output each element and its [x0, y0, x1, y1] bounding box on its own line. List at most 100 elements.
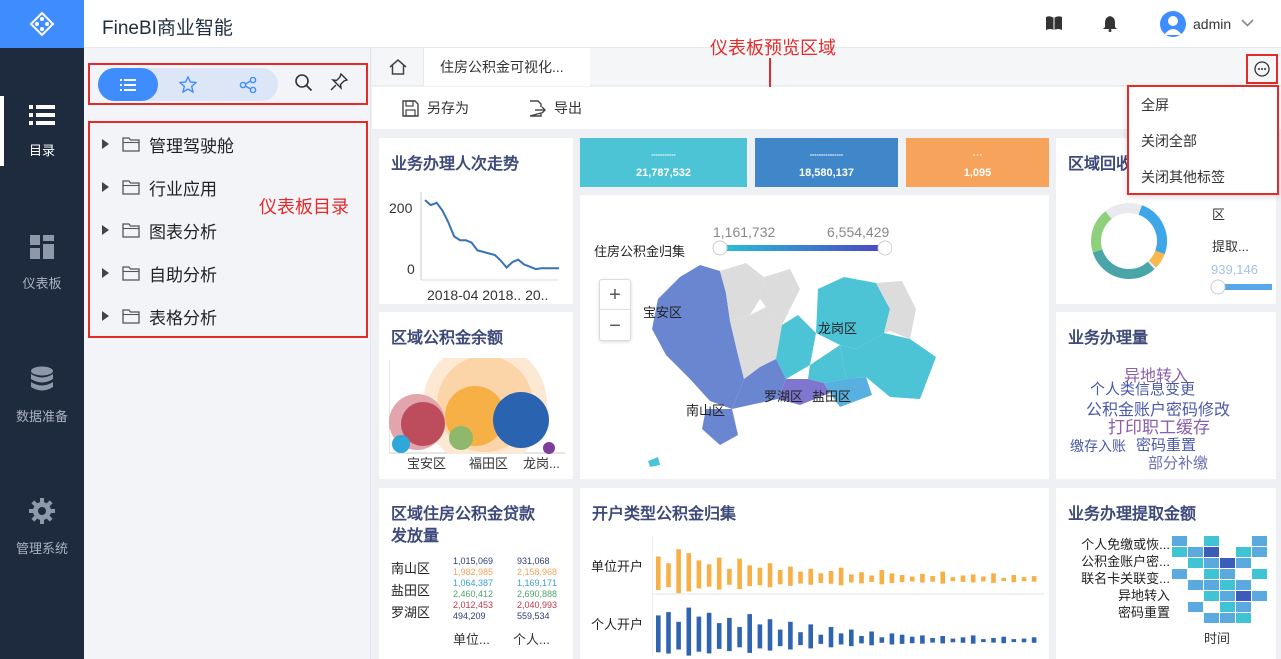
heatmap-cell[interactable] [1236, 613, 1251, 623]
bubble[interactable] [392, 435, 410, 453]
kpi-card[interactable]: xxxxxxxxxxxxxxx 18,580,137 [755, 138, 898, 187]
bar[interactable] [991, 638, 996, 643]
bar[interactable] [798, 632, 803, 646]
shenzhen-map[interactable]: 宝安区 龙岗区 南山区 罗湖区 盐田区 [640, 259, 940, 479]
bar[interactable] [950, 638, 956, 643]
bar[interactable] [656, 556, 661, 591]
heatmap-cell[interactable] [1220, 569, 1235, 579]
bar[interactable] [909, 576, 915, 582]
bar[interactable] [1021, 638, 1027, 643]
heatmap-cell[interactable] [1252, 569, 1267, 579]
bar[interactable] [859, 572, 864, 584]
bar[interactable] [889, 633, 895, 645]
bar[interactable] [696, 560, 702, 589]
bar[interactable] [747, 565, 752, 587]
caret-right-icon[interactable] [102, 182, 109, 192]
card-biz-volume[interactable]: 业务办理量 异地转入 个人类信息变更 公积金账户密码修改 打印职工缓存 缴存入账… [1056, 312, 1276, 479]
menu-item-close-all[interactable]: 关闭全部 [1141, 131, 1197, 151]
tree-item[interactable]: 自助分析 [90, 252, 366, 294]
bar[interactable] [981, 639, 986, 643]
bell-icon[interactable] [1103, 15, 1117, 32]
bar[interactable] [930, 638, 935, 643]
share-button[interactable] [218, 68, 278, 101]
bar[interactable] [981, 576, 986, 582]
bar[interactable] [920, 635, 925, 644]
heatmap-cell[interactable] [1172, 536, 1187, 546]
card-balance[interactable]: 区域公积金余额 宝安区 福田区 龙岗... [379, 312, 573, 479]
bar[interactable] [767, 619, 773, 651]
bar[interactable] [808, 624, 813, 649]
bar[interactable] [940, 636, 945, 644]
bar[interactable] [757, 624, 763, 649]
bubble[interactable] [493, 392, 549, 448]
caret-right-icon[interactable] [102, 225, 109, 235]
tree-item[interactable]: 管理驾驶舱 [90, 123, 366, 165]
menu-item-fullscreen[interactable]: 全屏 [1141, 95, 1169, 115]
heatmap-cell[interactable] [1236, 580, 1251, 590]
bar[interactable] [970, 574, 976, 583]
bar[interactable] [777, 629, 783, 647]
bar[interactable] [666, 612, 671, 654]
bar[interactable] [1031, 637, 1037, 643]
bubble-chart[interactable]: 宝安区 福田区 龙岗... [389, 358, 565, 473]
heatmap-cell[interactable] [1188, 558, 1203, 568]
bar[interactable] [706, 612, 712, 654]
favorites-button[interactable] [158, 68, 218, 101]
bar[interactable] [1011, 639, 1017, 643]
bar[interactable] [798, 571, 803, 584]
bar[interactable] [788, 621, 793, 650]
heatmap-cell[interactable] [1172, 547, 1187, 557]
bar[interactable] [991, 573, 996, 583]
bar[interactable] [950, 577, 956, 582]
heatmap-cell[interactable] [1236, 591, 1251, 601]
bubble[interactable] [543, 442, 555, 454]
bar[interactable] [859, 636, 864, 644]
heatmap-cell[interactable] [1204, 613, 1219, 623]
card-trend[interactable]: 业务办理人次走势 200 0 2018-04 2018.. 20.. [379, 138, 573, 304]
range-handle[interactable] [1210, 279, 1226, 295]
bar[interactable] [727, 617, 732, 652]
trend-line-chart[interactable]: 200 0 2018-04 2018.. 20.. [379, 178, 573, 304]
catalog-view-button[interactable] [98, 68, 158, 101]
word-cloud-item[interactable]: 部分补缴 [1148, 452, 1208, 473]
withdraw-heatmap[interactable] [1172, 536, 1270, 624]
bar[interactable] [696, 616, 702, 652]
nav-item-data-prep[interactable]: 数据准备 [0, 340, 84, 450]
bar[interactable] [1021, 577, 1027, 582]
bar[interactable] [970, 635, 976, 644]
bar[interactable] [656, 615, 661, 653]
heatmap-cell[interactable] [1252, 547, 1267, 557]
heatmap-cell[interactable] [1236, 558, 1251, 568]
bar[interactable] [808, 568, 813, 585]
bar[interactable] [849, 574, 854, 583]
chevron-down-icon[interactable] [1241, 19, 1254, 27]
bar[interactable] [828, 627, 834, 648]
bar[interactable] [960, 575, 966, 582]
zoom-in-button[interactable]: + [600, 280, 630, 310]
zoom-out-button[interactable]: − [600, 311, 630, 341]
bar[interactable] [920, 573, 925, 583]
range-slider[interactable] [1210, 278, 1272, 296]
bar[interactable] [757, 567, 763, 586]
heatmap-cell[interactable] [1204, 558, 1219, 568]
heatmap-cell[interactable] [1252, 536, 1267, 546]
card-loans[interactable]: 区域住房公积金贷款 发放量 南山区 1,015,069 1,982,985 93… [379, 488, 573, 659]
bar[interactable] [869, 575, 874, 582]
bar[interactable] [1031, 576, 1037, 582]
search-icon[interactable] [294, 73, 313, 92]
bar[interactable] [940, 571, 945, 584]
bar[interactable] [676, 621, 681, 650]
heatmap-cell[interactable] [1172, 569, 1187, 579]
nav-item-admin[interactable]: 管理系统 [0, 472, 84, 582]
heatmap-cell[interactable] [1204, 569, 1219, 579]
finebi-logo-icon[interactable] [0, 0, 84, 48]
map-region[interactable] [808, 345, 846, 383]
bar[interactable] [879, 569, 885, 585]
card-map[interactable]: 住房公积金归集 1,161,732 6,554,429 + − 宝安区 龙岗区 … [580, 195, 1049, 479]
nav-item-dashboard[interactable]: 仪表板 [0, 208, 84, 318]
bar[interactable] [1011, 575, 1017, 583]
heatmap-cell[interactable] [1188, 547, 1203, 557]
more-options-button[interactable] [1246, 54, 1278, 84]
bar[interactable] [747, 614, 752, 653]
book-icon[interactable] [1045, 15, 1063, 31]
